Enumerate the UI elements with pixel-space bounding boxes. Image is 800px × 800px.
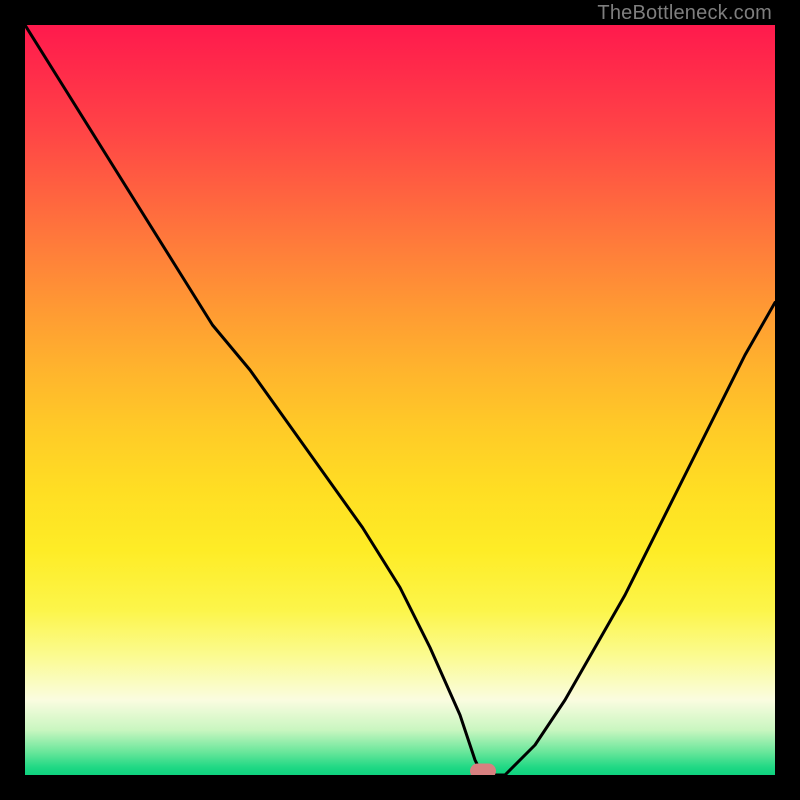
plot-area	[25, 25, 775, 775]
chart-frame: TheBottleneck.com	[0, 0, 800, 800]
optimal-point-marker	[470, 764, 496, 776]
background-gradient	[25, 25, 775, 775]
watermark-text: TheBottleneck.com	[597, 2, 772, 25]
